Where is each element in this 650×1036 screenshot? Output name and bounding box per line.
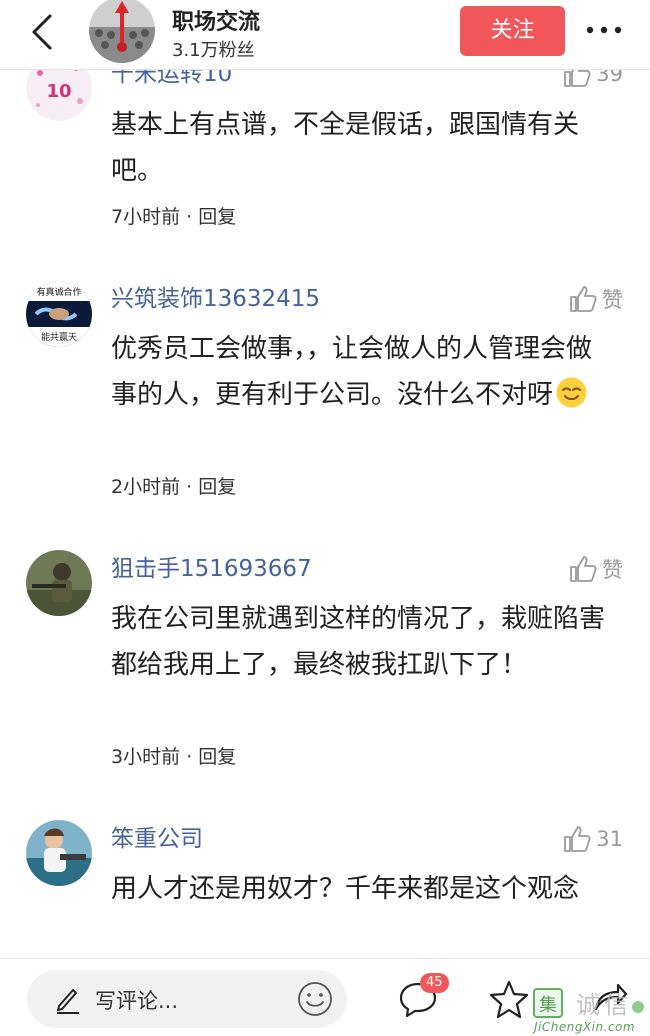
like-label: 赞 <box>602 288 623 312</box>
like-label: 赞 <box>602 558 623 582</box>
avatar[interactable] <box>26 820 92 886</box>
comment-input-placeholder: 写评论... <box>95 989 179 1013</box>
comment-meta[interactable]: 3小时前 · 回复 <box>111 744 236 770</box>
back-arrow-icon[interactable] <box>28 12 58 52</box>
thumbs-up-icon <box>570 556 597 582</box>
comment-text-content: 优秀员工会做事，，让会做人的人管理会做事的人，更有利于公司。没什么不对呀 <box>111 334 593 410</box>
comment-text: 优秀员工会做事，，让会做人的人管理会做事的人，更有利于公司。没什么不对呀 <box>111 326 611 418</box>
avatar[interactable] <box>26 550 92 616</box>
channel-name[interactable]: 职场交流 <box>172 4 260 36</box>
svg-text:集: 集 <box>539 995 557 1016</box>
thumbs-up-icon <box>564 826 591 852</box>
fan-count: 3.1万粉丝 <box>172 40 255 61</box>
more-options-icon[interactable] <box>585 20 623 40</box>
follow-button[interactable]: 关注 <box>460 6 565 56</box>
emoji-icon[interactable] <box>297 981 333 1017</box>
smiling-emoji-icon <box>556 377 587 408</box>
comment-username[interactable]: 狙击手151693667 <box>111 554 312 584</box>
site-watermark: 集 诚 信 JiChengXin.com <box>530 987 648 1035</box>
pen-icon <box>57 989 79 1014</box>
comment-list: 10 千米运转10 39 基本上有点谱，不全是假话，跟国情有关吧。 7小时前 ·… <box>0 0 650 958</box>
favorite-star-icon[interactable] <box>489 979 529 1019</box>
comment-text: 基本上有点谱，不全是假话，跟国情有关吧。 <box>111 110 580 186</box>
top-navigation-bar: 职场交流 3.1万粉丝 关注 <box>0 0 650 70</box>
watermark-text: JiChengXin.com <box>534 1020 636 1034</box>
like-button[interactable]: 赞 <box>567 554 623 584</box>
watermark-logo: 集 诚 信 <box>533 988 644 1019</box>
svg-text:信: 信 <box>604 991 628 1019</box>
article-comments-page: 10 千米运转10 39 基本上有点谱，不全是假话，跟国情有关吧。 7小时前 ·… <box>0 0 650 1036</box>
comment-username[interactable]: 笨重公司 <box>111 824 203 854</box>
avatar-text-bottom: 能共赢天 <box>41 331 77 343</box>
write-comment-input[interactable]: 写评论... <box>27 970 347 1028</box>
like-button[interactable]: 赞 <box>567 284 623 314</box>
comment-count-badge: 45 <box>420 973 449 993</box>
like-button[interactable]: 31 <box>561 824 623 854</box>
comment-text: 我在公司里就遇到这样的情况了，栽赃陷害都给我用上了，最终被我扛趴下了！ <box>111 604 606 680</box>
comment-meta[interactable]: 2小时前 · 回复 <box>111 474 236 500</box>
channel-avatar[interactable] <box>89 0 155 63</box>
avatar-label: 10 <box>46 81 71 102</box>
avatar-text-top: 有真诚合作 <box>36 286 81 298</box>
bottom-action-bar: 写评论... 45 集 诚 信 JiChengXin.com <box>0 958 650 1036</box>
comment-text: 用人才还是用奴才？千年来都是这个观念 <box>111 874 580 904</box>
comment-meta[interactable]: 7小时前 · 回复 <box>111 204 236 230</box>
like-count: 31 <box>596 827 623 851</box>
thumbs-up-icon <box>570 286 597 312</box>
svg-text:诚: 诚 <box>576 991 600 1019</box>
comment-username[interactable]: 兴筑装饰13632415 <box>111 284 320 314</box>
avatar[interactable]: 有真诚合作 能共赢天 <box>26 281 92 347</box>
